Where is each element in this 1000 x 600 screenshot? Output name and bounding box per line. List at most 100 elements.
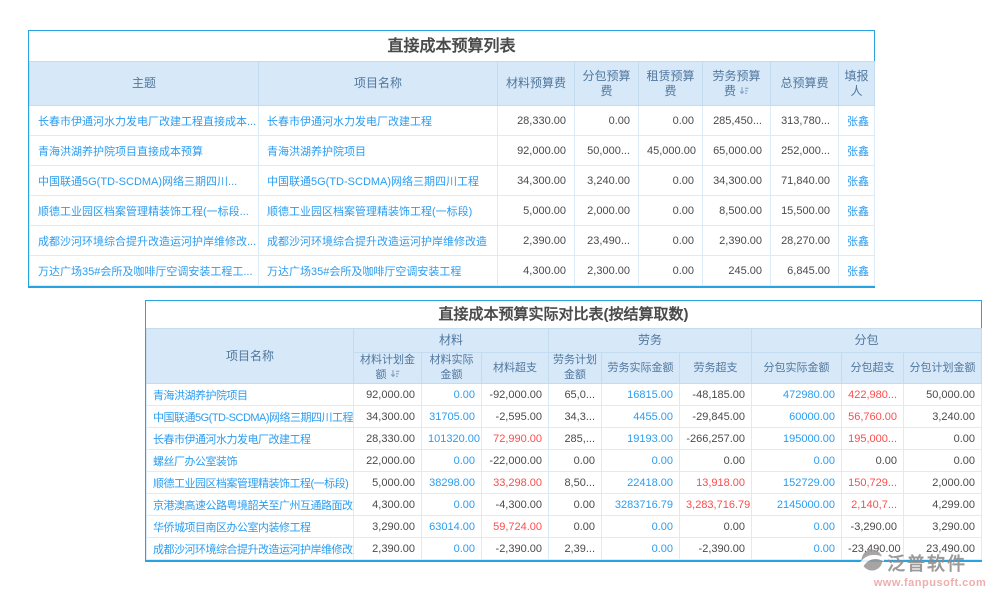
material-actual-value[interactable]: 0.00: [422, 494, 482, 516]
project-link[interactable]: 顺德工业园区档案管理精装饰工程(一标段): [147, 472, 354, 494]
project-link[interactable]: 螺丝厂办公室装饰: [147, 450, 354, 472]
comparison-group-header-row: 项目名称材料劳务分包: [147, 329, 982, 353]
material-actual-value[interactable]: 38298.00: [422, 472, 482, 494]
table-row: 螺丝厂办公室装饰22,000.000.00-22,000.000.000.000…: [147, 450, 982, 472]
project-link[interactable]: 长春市伊通河水力发电厂改建工程: [259, 106, 498, 136]
rental-budget-value: 45,000.00: [639, 136, 703, 166]
project-link[interactable]: 中国联通5G(TD-SCDMA)网络三期四川工程: [259, 166, 498, 196]
column-header-material-overrun: 材料超支: [482, 353, 549, 384]
labor-actual-value[interactable]: 0.00: [602, 538, 680, 560]
material-actual-value[interactable]: 63014.00: [422, 516, 482, 538]
table-row: 万达广场35#会所及咖啡厅空调安装工程工...万达广场35#会所及咖啡厅空调安装…: [30, 256, 875, 286]
project-link[interactable]: 京港澳高速公路粤境韶关至广州互通路面改造中: [147, 494, 354, 516]
subcontract-plan-value: 2,000.00: [904, 472, 982, 494]
project-link[interactable]: 成都沙河环境综合提升改造运河护岸维修改造: [259, 226, 498, 256]
column-header-label: 劳务计划金额: [553, 354, 597, 381]
column-header-label: 主题: [132, 76, 156, 90]
reporter-link[interactable]: 张鑫: [839, 106, 875, 136]
project-link[interactable]: 成都沙河环境综合提升改造运河护岸维修改造: [147, 538, 354, 560]
material-plan-value: 22,000.00: [354, 450, 422, 472]
rental-budget-value: 0.00: [639, 166, 703, 196]
total-budget-value: 313,780...: [771, 106, 839, 136]
labor-plan-value: 65,0...: [549, 384, 602, 406]
subcontract-plan-value: 4,299.00: [904, 494, 982, 516]
column-header-material-budget: 材料预算费: [498, 62, 575, 106]
column-header-labor-overrun: 劳务超支: [680, 353, 752, 384]
subcontract-overrun-value: 422,980...: [842, 384, 904, 406]
project-link[interactable]: 中国联通5G(TD-SCDMA)网络三期四川工程: [147, 406, 354, 428]
column-header-labor-budget[interactable]: 劳务预算费: [703, 62, 771, 106]
subject-link[interactable]: 顺德工业园区档案管理精装饰工程(一标段...: [30, 196, 259, 226]
labor-actual-value[interactable]: 0.00: [602, 516, 680, 538]
reporter-link[interactable]: 张鑫: [839, 226, 875, 256]
subject-link[interactable]: 青海洪湖养护院项目直接成本预算: [30, 136, 259, 166]
vendor-website: www.fanpusoft.com: [860, 577, 1000, 589]
labor-actual-value[interactable]: 22418.00: [602, 472, 680, 494]
labor-plan-value: 34,3...: [549, 406, 602, 428]
total-budget-value: 28,270.00: [771, 226, 839, 256]
project-link[interactable]: 青海洪湖养护院项目: [259, 136, 498, 166]
sort-icon[interactable]: [387, 369, 400, 381]
labor-budget-value: 285,450...: [703, 106, 771, 136]
project-link[interactable]: 华侨城项目南区办公室内装修工程: [147, 516, 354, 538]
labor-actual-value[interactable]: 19193.00: [602, 428, 680, 450]
column-header-total-budget: 总预算费: [771, 62, 839, 106]
subject-link[interactable]: 长春市伊通河水力发电厂改建工程直接成本...: [30, 106, 259, 136]
subject-link[interactable]: 成都沙河环境综合提升改造运河护岸维修改...: [30, 226, 259, 256]
labor-actual-value[interactable]: 4455.00: [602, 406, 680, 428]
material-plan-value: 92,000.00: [354, 384, 422, 406]
vendor-brand-name: 泛普软件: [887, 550, 967, 576]
project-link[interactable]: 顺德工业园区档案管理精装饰工程(一标段): [259, 196, 498, 226]
total-budget-value: 252,000...: [771, 136, 839, 166]
project-link[interactable]: 长春市伊通河水力发电厂改建工程: [147, 428, 354, 450]
column-header-project-name: 项目名称: [259, 62, 498, 106]
subcontract-actual-value[interactable]: 472980.00: [752, 384, 842, 406]
column-header-reporter: 填报人: [839, 62, 875, 106]
table-row: 成都沙河环境综合提升改造运河护岸维修改造2,390.000.00-2,390.0…: [147, 538, 982, 560]
reporter-link[interactable]: 张鑫: [839, 256, 875, 286]
material-actual-value[interactable]: 0.00: [422, 538, 482, 560]
table-row: 青海洪湖养护院项目92,000.000.00-92,000.0065,0...1…: [147, 384, 982, 406]
column-header-material-plan[interactable]: 材料计划金额: [354, 353, 422, 384]
labor-plan-value: 0.00: [549, 450, 602, 472]
labor-actual-value[interactable]: 0.00: [602, 450, 680, 472]
subcontract-plan-value: 3,240.00: [904, 406, 982, 428]
column-header-subcontract-plan: 分包计划金额: [904, 353, 982, 384]
sort-icon[interactable]: [736, 84, 749, 98]
subcontract-actual-value[interactable]: 2145000.00: [752, 494, 842, 516]
material-actual-value[interactable]: 31705.00: [422, 406, 482, 428]
subject-link[interactable]: 万达广场35#会所及咖啡厅空调安装工程工...: [30, 256, 259, 286]
subcontract-actual-value[interactable]: 195000.00: [752, 428, 842, 450]
subcontract-actual-value[interactable]: 0.00: [752, 450, 842, 472]
column-header-label: 分包实际金额: [764, 362, 830, 374]
labor-overrun-value: -29,845.00: [680, 406, 752, 428]
material-plan-value: 34,300.00: [354, 406, 422, 428]
subcontract-actual-value[interactable]: 0.00: [752, 516, 842, 538]
table-row: 中国联通5G(TD-SCDMA)网络三期四川工程34,300.0031705.0…: [147, 406, 982, 428]
material-overrun-value: -92,000.00: [482, 384, 549, 406]
subcontract-actual-value[interactable]: 60000.00: [752, 406, 842, 428]
labor-actual-value[interactable]: 16815.00: [602, 384, 680, 406]
column-header-label: 分包预算费: [582, 69, 630, 98]
reporter-link[interactable]: 张鑫: [839, 196, 875, 226]
project-link[interactable]: 青海洪湖养护院项目: [147, 384, 354, 406]
material-budget-value: 34,300.00: [498, 166, 575, 196]
subcontract-plan-value: 0.00: [904, 428, 982, 450]
material-plan-value: 28,330.00: [354, 428, 422, 450]
subcontract-actual-value[interactable]: 0.00: [752, 538, 842, 560]
subcontract-overrun-value: 0.00: [842, 450, 904, 472]
budget-list-title: 直接成本预算列表: [29, 31, 874, 61]
subcontract-actual-value[interactable]: 152729.00: [752, 472, 842, 494]
subject-link[interactable]: 中国联通5G(TD-SCDMA)网络三期四川...: [30, 166, 259, 196]
material-actual-value[interactable]: 101320.00: [422, 428, 482, 450]
labor-actual-value[interactable]: 3283716.79: [602, 494, 680, 516]
reporter-link[interactable]: 张鑫: [839, 166, 875, 196]
reporter-link[interactable]: 张鑫: [839, 136, 875, 166]
table-row: 京港澳高速公路粤境韶关至广州互通路面改造中4,300.000.00-4,300.…: [147, 494, 982, 516]
fanpu-logo-icon: [860, 548, 884, 577]
material-plan-value: 2,390.00: [354, 538, 422, 560]
labor-plan-value: 8,50...: [549, 472, 602, 494]
project-link[interactable]: 万达广场35#会所及咖啡厅空调安装工程: [259, 256, 498, 286]
material-actual-value[interactable]: 0.00: [422, 450, 482, 472]
material-actual-value[interactable]: 0.00: [422, 384, 482, 406]
